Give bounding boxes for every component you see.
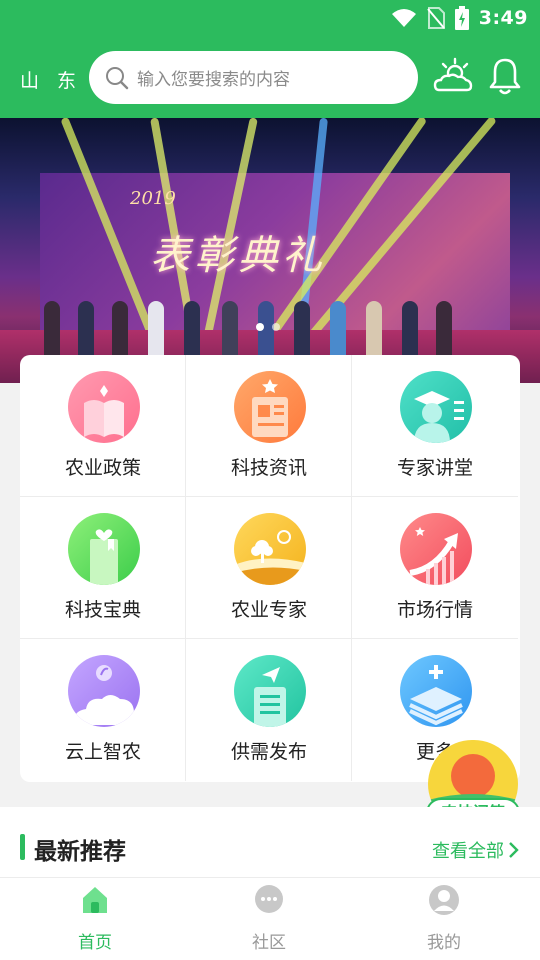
- tab-home[interactable]: 首页: [5, 878, 185, 960]
- handbook-icon: [68, 513, 140, 585]
- search-icon: [106, 66, 129, 89]
- grid-item-supply-demand[interactable]: 供需发布: [186, 639, 352, 781]
- grid-item-label: 科技宝典: [64, 599, 141, 621]
- banner-title: 表彰典礼: [150, 233, 326, 279]
- banner-carousel[interactable]: 2019 表彰典礼: [0, 118, 540, 383]
- app-header: 山 东 输入您要搜索的内容: [0, 36, 540, 118]
- policy-book-icon: [68, 371, 140, 443]
- user-icon: [429, 885, 459, 915]
- tab-community[interactable]: 社区: [179, 878, 359, 960]
- weather-icon[interactable]: [433, 56, 473, 96]
- grid-item-cloud-farm[interactable]: 云上智农: [20, 639, 186, 781]
- search-input[interactable]: 输入您要搜索的内容: [89, 51, 418, 104]
- chevron-right-icon: [509, 842, 519, 858]
- tab-label: 社区: [252, 933, 286, 953]
- wifi-icon: [391, 9, 416, 27]
- grid-item-expert[interactable]: 农业专家: [186, 497, 352, 639]
- feature-grid: 农业政策 科技资讯 专家讲堂 科技宝典 农业专家 市场行情 云上智农 供需发布 …: [20, 355, 520, 782]
- home-icon: [83, 887, 107, 913]
- banner-person: [366, 301, 382, 363]
- banner-person: [258, 301, 274, 363]
- banner-person: [402, 301, 418, 363]
- grid-item-label: 市场行情: [396, 599, 473, 621]
- tab-label: 首页: [78, 933, 112, 953]
- banner-person: [222, 301, 238, 363]
- bell-icon[interactable]: [487, 56, 523, 96]
- status-icons: 3:49: [391, 6, 528, 30]
- grid-item-label: 科技资讯: [230, 457, 307, 479]
- expert-icon: [234, 513, 306, 585]
- carousel-indicator: [256, 323, 280, 331]
- status-time: 3:49: [478, 7, 528, 29]
- battery-icon: [454, 6, 469, 30]
- grid-item-label: 农业政策: [64, 457, 141, 479]
- news-icon: [234, 371, 306, 443]
- tab-profile[interactable]: 我的: [354, 878, 534, 960]
- banner-person: [184, 301, 200, 363]
- supply-demand-icon: [234, 655, 306, 727]
- section-accent-bar: [20, 834, 25, 860]
- location-selector[interactable]: 山 东: [20, 66, 82, 93]
- view-all-label: 查看全部: [432, 841, 504, 862]
- carousel-dot: [272, 323, 280, 331]
- grid-item-label: 专家讲堂: [396, 457, 473, 479]
- banner-person: [436, 301, 452, 363]
- recommend-title: 最新推荐: [34, 839, 126, 865]
- grid-item-handbook[interactable]: 科技宝典: [20, 497, 186, 639]
- grid-item-policy[interactable]: 农业政策: [20, 355, 186, 497]
- banner-person: [294, 301, 310, 363]
- market-trend-icon: [400, 513, 472, 585]
- grid-item-lecture[interactable]: 专家讲堂: [352, 355, 518, 497]
- grid-item-news[interactable]: 科技资讯: [186, 355, 352, 497]
- grid-item-label: 农业专家: [230, 599, 307, 621]
- grid-item-label: 供需发布: [230, 741, 307, 763]
- banner-person: [112, 301, 128, 363]
- banner-person: [148, 301, 164, 363]
- more-icon: [400, 655, 472, 727]
- grid-item-market[interactable]: 市场行情: [352, 497, 518, 639]
- banner-person: [44, 301, 60, 363]
- recommend-section-header: 最新推荐 查看全部: [0, 807, 540, 877]
- cloud-farm-icon: [68, 655, 140, 727]
- banner-person: [330, 301, 346, 363]
- view-all-link[interactable]: 查看全部: [432, 837, 520, 863]
- status-bar: 3:49: [0, 0, 540, 36]
- banner-year: 2019: [130, 188, 176, 209]
- search-placeholder: 输入您要搜索的内容: [137, 70, 290, 90]
- bottom-tab-bar: 首页 社区 我的: [0, 877, 540, 960]
- banner-person: [78, 301, 94, 363]
- carousel-dot-active: [256, 323, 264, 331]
- tab-label: 我的: [427, 933, 461, 953]
- no-sim-icon: [426, 7, 445, 29]
- chat-bubble-icon: [255, 885, 283, 913]
- lecture-icon: [400, 371, 472, 443]
- grid-item-label: 云上智农: [64, 741, 141, 763]
